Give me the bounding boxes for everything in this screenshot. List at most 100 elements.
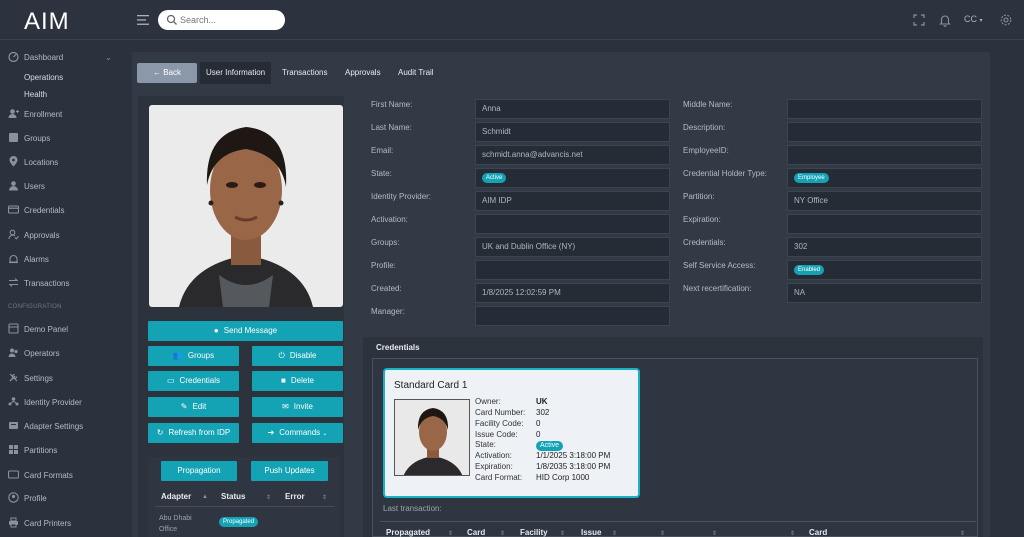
field-manager[interactable]: [475, 306, 670, 326]
sort-icon[interactable]: ⇕: [448, 530, 453, 537]
sidebar-item-dashboard[interactable]: Dashboard ⌄: [0, 47, 128, 67]
tab-user-information[interactable]: User Information: [200, 62, 272, 84]
field-created[interactable]: 1/8/2025 12:02:59 PM: [475, 283, 670, 303]
sidebar-item-adapter-settings[interactable]: Adapter Settings: [0, 416, 128, 436]
sidebar-item-credentials[interactable]: Credentials: [0, 200, 128, 220]
card-photo: [394, 399, 470, 476]
sort-icon[interactable]: ⇕: [612, 530, 617, 537]
sort-icon[interactable]: ⇕: [500, 530, 505, 537]
field-partition[interactable]: NY Office: [787, 191, 982, 211]
send-message-button[interactable]: ● Send Message: [148, 321, 343, 341]
field-state[interactable]: Active: [475, 168, 670, 188]
sidebar-item-identity-provider[interactable]: Identity Provider: [0, 392, 128, 412]
sidebar-item-demo-panel[interactable]: Demo Panel: [0, 319, 128, 339]
sidebar-item-health[interactable]: Health: [0, 84, 128, 104]
sort-icon[interactable]: ⇕: [560, 530, 565, 537]
card-title: Standard Card 1: [394, 380, 468, 391]
button-label: Send Message: [223, 326, 278, 335]
sidebar-item-settings[interactable]: Settings: [0, 368, 128, 388]
fullscreen-icon[interactable]: [912, 13, 926, 27]
sidebar-item-card-formats[interactable]: Card Formats: [0, 465, 128, 485]
sidebar-item-approvals[interactable]: Approvals: [0, 225, 128, 245]
field-first-name[interactable]: Anna: [475, 99, 670, 119]
invite-button[interactable]: ✉ Invite: [252, 397, 343, 417]
sidebar-item-profile[interactable]: Profile: [0, 488, 128, 508]
sidebar-item-transactions[interactable]: Transactions: [0, 273, 128, 293]
search-input[interactable]: [180, 12, 280, 28]
field-description[interactable]: [787, 122, 982, 142]
column-header-adapter[interactable]: Adapter: [161, 492, 191, 501]
column-header-status[interactable]: Status: [221, 492, 245, 501]
alarm-icon: [9, 254, 18, 264]
tab-audit-trail[interactable]: Audit Trail: [394, 65, 438, 80]
tx-column-issue[interactable]: Issue: [581, 528, 601, 537]
label-partition: Partition:: [683, 192, 715, 201]
field-self-service-access[interactable]: Enabled: [787, 260, 982, 280]
field-groups[interactable]: UK and Dublin Office (NY): [475, 237, 670, 257]
card-portrait-image: [395, 400, 469, 475]
commands-dropdown-button[interactable]: ➜ Commands ⌄: [252, 423, 343, 443]
card-value-owner: UK: [536, 397, 548, 406]
tx-column-propagated[interactable]: Propagated: [386, 528, 430, 537]
credentials-button[interactable]: ▭ Credentials: [148, 371, 239, 391]
card-label-state: State:: [475, 440, 496, 449]
label-last-name: Last Name:: [371, 123, 412, 132]
field-activation[interactable]: [475, 214, 670, 234]
column-header-error[interactable]: Error: [285, 492, 305, 501]
groups-button[interactable]: 👥 Groups: [148, 346, 239, 366]
hamburger-menu-icon[interactable]: [136, 13, 150, 27]
edit-button[interactable]: ✎ Edit: [148, 397, 239, 417]
user-initials: CC: [964, 14, 977, 24]
field-email[interactable]: schmidt.anna@advancis.net: [475, 145, 670, 165]
field-next-recertification[interactable]: NA: [787, 283, 982, 303]
sort-icon[interactable]: ⇕: [960, 530, 965, 537]
user-photo: [149, 105, 343, 307]
sidebar-item-card-printers[interactable]: Card Printers: [0, 513, 128, 533]
sidebar-item-operators[interactable]: Operators: [0, 343, 128, 363]
sidebar-item-groups[interactable]: Groups: [0, 128, 128, 148]
delete-button[interactable]: ■ Delete: [252, 371, 343, 391]
badge-propagated: Propagated: [219, 516, 259, 527]
back-button[interactable]: ← Back: [137, 63, 197, 83]
field-credentials[interactable]: 302: [787, 237, 982, 257]
field-middle-name[interactable]: [787, 99, 982, 119]
tx-column-facility[interactable]: Facility: [520, 528, 548, 537]
tab-approvals[interactable]: Approvals: [341, 65, 385, 80]
sidebar-item-label: Operations: [24, 73, 64, 82]
sidebar-item-partitions[interactable]: Partitions: [0, 440, 128, 460]
sort-icon[interactable]: ⇕: [660, 530, 665, 537]
label-first-name: First Name:: [371, 100, 413, 109]
propagation-button[interactable]: Propagation: [161, 461, 237, 481]
aim-logo[interactable]: AIM: [24, 8, 88, 32]
sort-icon[interactable]: ⇕: [712, 530, 717, 537]
sidebar-item-users[interactable]: Users: [0, 176, 128, 196]
field-credential-holder-type[interactable]: Employee: [787, 168, 982, 188]
field-expiration[interactable]: [787, 214, 982, 234]
sidebar-item-label: Card Formats: [24, 471, 73, 480]
search-box[interactable]: [158, 10, 285, 30]
gear-icon[interactable]: [999, 13, 1013, 27]
search-icon: [166, 14, 177, 25]
sort-icon[interactable]: ⇕: [266, 494, 271, 501]
sidebar-item-label: Users: [24, 182, 45, 191]
sidebar-item-enrollment[interactable]: Enrollment: [0, 104, 128, 124]
sort-icon[interactable]: ⇕: [790, 530, 795, 537]
card-format-icon: [8, 470, 19, 479]
field-employee-id[interactable]: [787, 145, 982, 165]
sidebar-item-locations[interactable]: Locations: [0, 152, 128, 172]
tx-column-card-2[interactable]: Card: [809, 528, 827, 537]
refresh-from-idp-button[interactable]: ↻ Refresh from IDP: [148, 423, 239, 443]
push-updates-button[interactable]: Push Updates: [251, 461, 328, 481]
field-profile[interactable]: [475, 260, 670, 280]
sort-icon[interactable]: ⇕: [322, 494, 327, 501]
tx-column-card[interactable]: Card: [467, 528, 485, 537]
field-identity-provider[interactable]: AIM IDP: [475, 191, 670, 211]
user-menu[interactable]: CC ▾: [964, 14, 983, 24]
field-last-name[interactable]: Schmidt: [475, 122, 670, 142]
disable-button[interactable]: ⏻ Disable: [252, 346, 343, 366]
bell-icon[interactable]: [938, 13, 952, 27]
sidebar-item-alarms[interactable]: Alarms: [0, 249, 128, 269]
credentials-icon: [8, 205, 19, 214]
sort-icon[interactable]: ▲: [202, 494, 208, 500]
tab-transactions[interactable]: Transactions: [278, 65, 332, 80]
